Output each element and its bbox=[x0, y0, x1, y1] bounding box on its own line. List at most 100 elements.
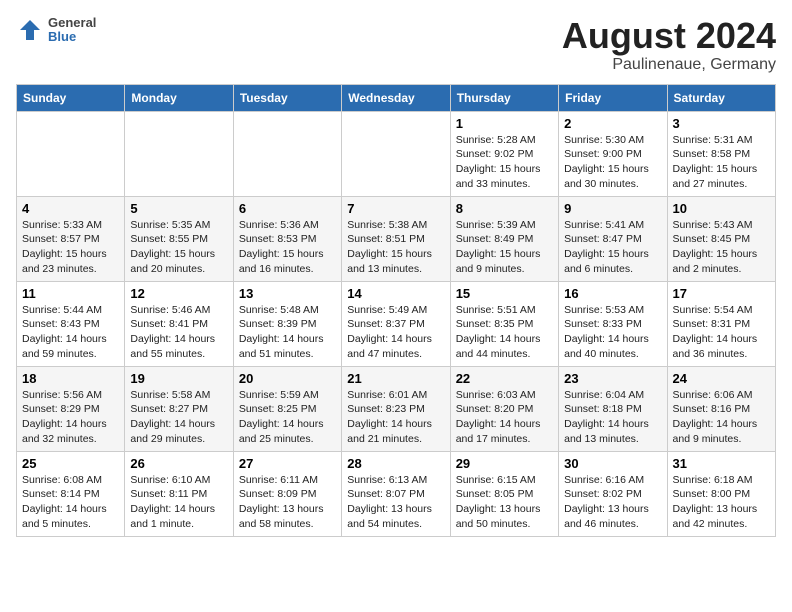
day-number: 3 bbox=[673, 116, 770, 131]
day-info: Sunrise: 5:41 AMSunset: 8:47 PMDaylight:… bbox=[564, 218, 661, 277]
day-info: Sunrise: 6:13 AMSunset: 8:07 PMDaylight:… bbox=[347, 473, 444, 532]
day-info: Sunrise: 5:51 AMSunset: 8:35 PMDaylight:… bbox=[456, 303, 553, 362]
day-number: 10 bbox=[673, 201, 770, 216]
day-number: 27 bbox=[239, 456, 336, 471]
calendar-cell: 6 Sunrise: 5:36 AMSunset: 8:53 PMDaylight… bbox=[233, 196, 341, 281]
calendar-week-row: 25 Sunrise: 6:08 AMSunset: 8:14 PMDayligh… bbox=[17, 451, 776, 536]
day-number: 16 bbox=[564, 286, 661, 301]
calendar-cell: 1 Sunrise: 5:28 AMSunset: 9:02 PMDaylight… bbox=[450, 111, 558, 196]
logo-line1: General bbox=[48, 16, 96, 30]
calendar-cell: 4 Sunrise: 5:33 AMSunset: 8:57 PMDaylight… bbox=[17, 196, 125, 281]
calendar-cell: 29 Sunrise: 6:15 AMSunset: 8:05 PMDayligh… bbox=[450, 451, 558, 536]
day-info: Sunrise: 5:35 AMSunset: 8:55 PMDaylight:… bbox=[130, 218, 227, 277]
calendar-cell: 15 Sunrise: 5:51 AMSunset: 8:35 PMDayligh… bbox=[450, 281, 558, 366]
day-info: Sunrise: 5:59 AMSunset: 8:25 PMDaylight:… bbox=[239, 388, 336, 447]
calendar-week-row: 11 Sunrise: 5:44 AMSunset: 8:43 PMDayligh… bbox=[17, 281, 776, 366]
day-info: Sunrise: 5:44 AMSunset: 8:43 PMDaylight:… bbox=[22, 303, 119, 362]
day-number: 15 bbox=[456, 286, 553, 301]
day-number: 4 bbox=[22, 201, 119, 216]
day-number: 9 bbox=[564, 201, 661, 216]
calendar-cell: 2Sunrise: 5:30 AMSunset: 9:00 PMDaylight… bbox=[559, 111, 667, 196]
day-number: 5 bbox=[130, 201, 227, 216]
title-block: August 2024 Paulinenaue, Germany bbox=[562, 16, 776, 74]
calendar-week-row: 18Sunrise: 5:56 AMSunset: 8:29 PMDayligh… bbox=[17, 366, 776, 451]
day-info: Sunrise: 6:03 AMSunset: 8:20 PMDaylight:… bbox=[456, 388, 553, 447]
calendar-cell: 23 Sunrise: 6:04 AMSunset: 8:18 PMDayligh… bbox=[559, 366, 667, 451]
day-info: Sunrise: 6:06 AMSunset: 8:16 PMDaylight:… bbox=[673, 388, 770, 447]
calendar-cell bbox=[17, 111, 125, 196]
weekday-header-sunday: Sunday bbox=[17, 84, 125, 111]
calendar-subtitle: Paulinenaue, Germany bbox=[562, 56, 776, 74]
calendar-cell: 10Sunrise: 5:43 AMSunset: 8:45 PMDayligh… bbox=[667, 196, 775, 281]
day-info: Sunrise: 5:39 AMSunset: 8:49 PMDaylight:… bbox=[456, 218, 553, 277]
calendar-cell: 19 Sunrise: 5:58 AMSunset: 8:27 PMDayligh… bbox=[125, 366, 233, 451]
day-number: 1 bbox=[456, 116, 553, 131]
day-info: Sunrise: 6:01 AMSunset: 8:23 PMDaylight:… bbox=[347, 388, 444, 447]
weekday-header-tuesday: Tuesday bbox=[233, 84, 341, 111]
day-info: Sunrise: 5:33 AMSunset: 8:57 PMDaylight:… bbox=[22, 218, 119, 277]
logo: General Blue bbox=[16, 16, 96, 45]
day-info: Sunrise: 5:53 AMSunset: 8:33 PMDaylight:… bbox=[564, 303, 661, 362]
calendar-title: August 2024 bbox=[562, 16, 776, 56]
calendar-cell: 3 Sunrise: 5:31 AMSunset: 8:58 PMDaylight… bbox=[667, 111, 775, 196]
calendar-cell: 24 Sunrise: 6:06 AMSunset: 8:16 PMDayligh… bbox=[667, 366, 775, 451]
calendar-week-row: 1 Sunrise: 5:28 AMSunset: 9:02 PMDaylight… bbox=[17, 111, 776, 196]
calendar-table: SundayMondayTuesdayWednesdayThursdayFrid… bbox=[16, 84, 776, 537]
day-info: Sunrise: 6:15 AMSunset: 8:05 PMDaylight:… bbox=[456, 473, 553, 532]
day-number: 31 bbox=[673, 456, 770, 471]
calendar-cell: 20 Sunrise: 5:59 AMSunset: 8:25 PMDayligh… bbox=[233, 366, 341, 451]
day-info: Sunrise: 6:08 AMSunset: 8:14 PMDaylight:… bbox=[22, 473, 119, 532]
day-number: 21 bbox=[347, 371, 444, 386]
day-info: Sunrise: 5:31 AMSunset: 8:58 PMDaylight:… bbox=[673, 133, 770, 192]
calendar-cell: 16 Sunrise: 5:53 AMSunset: 8:33 PMDayligh… bbox=[559, 281, 667, 366]
day-number: 13 bbox=[239, 286, 336, 301]
day-info: Sunrise: 5:36 AMSunset: 8:53 PMDaylight:… bbox=[239, 218, 336, 277]
calendar-cell: 27 Sunrise: 6:11 AMSunset: 8:09 PMDayligh… bbox=[233, 451, 341, 536]
day-info: Sunrise: 5:49 AMSunset: 8:37 PMDaylight:… bbox=[347, 303, 444, 362]
day-number: 7 bbox=[347, 201, 444, 216]
calendar-cell: 22 Sunrise: 6:03 AMSunset: 8:20 PMDayligh… bbox=[450, 366, 558, 451]
calendar-cell: 7 Sunrise: 5:38 AMSunset: 8:51 PMDaylight… bbox=[342, 196, 450, 281]
day-number: 23 bbox=[564, 371, 661, 386]
day-number: 17 bbox=[673, 286, 770, 301]
day-info: Sunrise: 5:54 AMSunset: 8:31 PMDaylight:… bbox=[673, 303, 770, 362]
day-info: Sunrise: 5:38 AMSunset: 8:51 PMDaylight:… bbox=[347, 218, 444, 277]
day-number: 30 bbox=[564, 456, 661, 471]
day-number: 22 bbox=[456, 371, 553, 386]
calendar-cell: 13 Sunrise: 5:48 AMSunset: 8:39 PMDayligh… bbox=[233, 281, 341, 366]
calendar-cell: 21 Sunrise: 6:01 AMSunset: 8:23 PMDayligh… bbox=[342, 366, 450, 451]
weekday-header-thursday: Thursday bbox=[450, 84, 558, 111]
day-number: 11 bbox=[22, 286, 119, 301]
day-number: 19 bbox=[130, 371, 227, 386]
calendar-cell: 17 Sunrise: 5:54 AMSunset: 8:31 PMDayligh… bbox=[667, 281, 775, 366]
day-info: Sunrise: 5:30 AMSunset: 9:00 PMDaylight:… bbox=[564, 133, 661, 192]
day-info: Sunrise: 6:04 AMSunset: 8:18 PMDaylight:… bbox=[564, 388, 661, 447]
calendar-cell bbox=[342, 111, 450, 196]
day-number: 20 bbox=[239, 371, 336, 386]
calendar-cell: 12Sunrise: 5:46 AMSunset: 8:41 PMDayligh… bbox=[125, 281, 233, 366]
day-info: Sunrise: 5:48 AMSunset: 8:39 PMDaylight:… bbox=[239, 303, 336, 362]
day-number: 29 bbox=[456, 456, 553, 471]
calendar-cell bbox=[125, 111, 233, 196]
day-info: Sunrise: 5:58 AMSunset: 8:27 PMDaylight:… bbox=[130, 388, 227, 447]
day-number: 24 bbox=[673, 371, 770, 386]
day-info: Sunrise: 5:46 AMSunset: 8:41 PMDaylight:… bbox=[130, 303, 227, 362]
day-number: 25 bbox=[22, 456, 119, 471]
calendar-cell bbox=[233, 111, 341, 196]
calendar-cell: 5 Sunrise: 5:35 AMSunset: 8:55 PMDaylight… bbox=[125, 196, 233, 281]
page-header: General Blue August 2024 Paulinenaue, Ge… bbox=[16, 16, 776, 74]
weekday-header-monday: Monday bbox=[125, 84, 233, 111]
calendar-cell: 9 Sunrise: 5:41 AMSunset: 8:47 PMDaylight… bbox=[559, 196, 667, 281]
calendar-cell: 11 Sunrise: 5:44 AMSunset: 8:43 PMDayligh… bbox=[17, 281, 125, 366]
weekday-header-row: SundayMondayTuesdayWednesdayThursdayFrid… bbox=[17, 84, 776, 111]
day-info: Sunrise: 5:28 AMSunset: 9:02 PMDaylight:… bbox=[456, 133, 553, 192]
weekday-header-saturday: Saturday bbox=[667, 84, 775, 111]
calendar-cell: 31 Sunrise: 6:18 AMSunset: 8:00 PMDayligh… bbox=[667, 451, 775, 536]
calendar-cell: 25 Sunrise: 6:08 AMSunset: 8:14 PMDayligh… bbox=[17, 451, 125, 536]
day-info: Sunrise: 6:18 AMSunset: 8:00 PMDaylight:… bbox=[673, 473, 770, 532]
day-info: Sunrise: 5:56 AMSunset: 8:29 PMDaylight:… bbox=[22, 388, 119, 447]
calendar-cell: 30Sunrise: 6:16 AMSunset: 8:02 PMDayligh… bbox=[559, 451, 667, 536]
day-info: Sunrise: 6:11 AMSunset: 8:09 PMDaylight:… bbox=[239, 473, 336, 532]
day-number: 6 bbox=[239, 201, 336, 216]
day-number: 28 bbox=[347, 456, 444, 471]
